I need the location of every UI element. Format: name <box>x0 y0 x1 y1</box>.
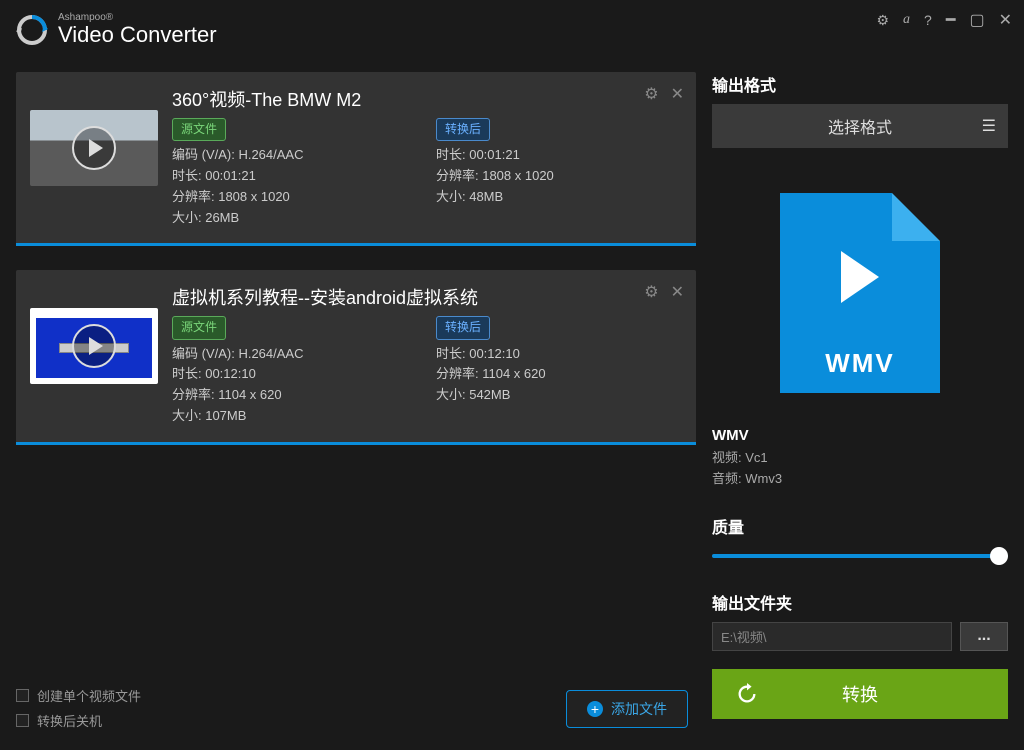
menu-icon: ☰ <box>982 116 996 136</box>
source-badge: 源文件 <box>172 118 226 141</box>
output-folder-input[interactable] <box>712 622 952 651</box>
app-logo: Ashampoo® Video Converter <box>16 12 217 47</box>
source-info: 源文件 编码 (V/A): H.264/AAC 时长: 00:01:21 分辨率… <box>172 118 416 228</box>
brand-name: Video Converter <box>58 23 217 47</box>
merge-checkbox[interactable]: 创建单个视频文件 <box>16 686 141 705</box>
about-icon[interactable]: a <box>903 12 910 28</box>
convert-button[interactable]: 转换 <box>712 669 1008 719</box>
slider-thumb[interactable] <box>990 547 1008 565</box>
format-file-icon: WMV <box>780 193 940 393</box>
target-info: 转换后 时长: 00:12:10 分辨率: 1104 x 620 大小: 542… <box>436 316 680 426</box>
quality-section: 质量 <box>712 514 1008 566</box>
quality-title: 质量 <box>712 514 1008 538</box>
video-thumbnail[interactable] <box>30 110 158 186</box>
codec-info: WMV 视频: Vc1 音频: Wmv3 <box>712 424 1008 490</box>
plus-icon: + <box>587 701 603 717</box>
output-settings-panel: 输出格式 选择格式 ☰ WMV WMV 视频: Vc1 音频: Wmv3 质量 <box>704 60 1024 750</box>
browse-button[interactable]: ... <box>960 622 1008 651</box>
file-card[interactable]: ⚙ ✕ 虚拟机系列教程--安装android虚拟系统 源文件 编码 (V/A): <box>16 270 696 444</box>
logo-icon <box>16 14 48 46</box>
add-files-button[interactable]: + 添加文件 <box>566 690 688 728</box>
target-badge: 转换后 <box>436 316 490 339</box>
remove-file-icon[interactable]: ✕ <box>671 84 684 104</box>
progress-bar <box>16 243 696 246</box>
output-format-title: 输出格式 <box>712 72 1008 96</box>
gear-icon[interactable]: ⚙ <box>644 84 658 104</box>
refresh-icon <box>736 683 758 705</box>
format-preview: WMV <box>712 168 1008 418</box>
help-icon[interactable]: ? <box>924 12 932 28</box>
progress-bar <box>16 442 696 445</box>
quality-slider[interactable] <box>712 546 1008 566</box>
target-info: 转换后 时长: 00:01:21 分辨率: 1808 x 1020 大小: 48… <box>436 118 680 228</box>
file-list-panel: ⚙ ✕ 360°视频-The BMW M2 源文件 编码 (V/A): H.26… <box>0 60 704 750</box>
output-folder-section: 输出文件夹 ... <box>712 590 1008 651</box>
target-badge: 转换后 <box>436 118 490 141</box>
video-thumbnail[interactable] <box>30 308 158 384</box>
play-icon <box>72 126 116 170</box>
file-title: 虚拟机系列教程--安装android虚拟系统 <box>172 284 680 310</box>
settings-icon[interactable]: ⚙ <box>876 12 889 29</box>
window-controls: ⚙ a ? ━ ▢ ✕ <box>876 10 1012 30</box>
close-icon[interactable]: ✕ <box>999 10 1012 30</box>
shutdown-checkbox[interactable]: 转换后关机 <box>16 711 141 730</box>
output-folder-title: 输出文件夹 <box>712 590 1008 614</box>
title-bar: Ashampoo® Video Converter ⚙ a ? ━ ▢ ✕ <box>0 0 1024 60</box>
remove-file-icon[interactable]: ✕ <box>671 282 684 302</box>
file-card[interactable]: ⚙ ✕ 360°视频-The BMW M2 源文件 编码 (V/A): H.26… <box>16 72 696 246</box>
bottom-options: 创建单个视频文件 转换后关机 <box>16 686 141 736</box>
file-title: 360°视频-The BMW M2 <box>172 86 680 112</box>
select-format-button[interactable]: 选择格式 ☰ <box>712 104 1008 148</box>
source-info: 源文件 编码 (V/A): H.264/AAC 时长: 00:12:10 分辨率… <box>172 316 416 426</box>
minimize-icon[interactable]: ━ <box>946 10 956 30</box>
source-badge: 源文件 <box>172 316 226 339</box>
gear-icon[interactable]: ⚙ <box>644 282 658 302</box>
maximize-icon[interactable]: ▢ <box>969 10 984 30</box>
